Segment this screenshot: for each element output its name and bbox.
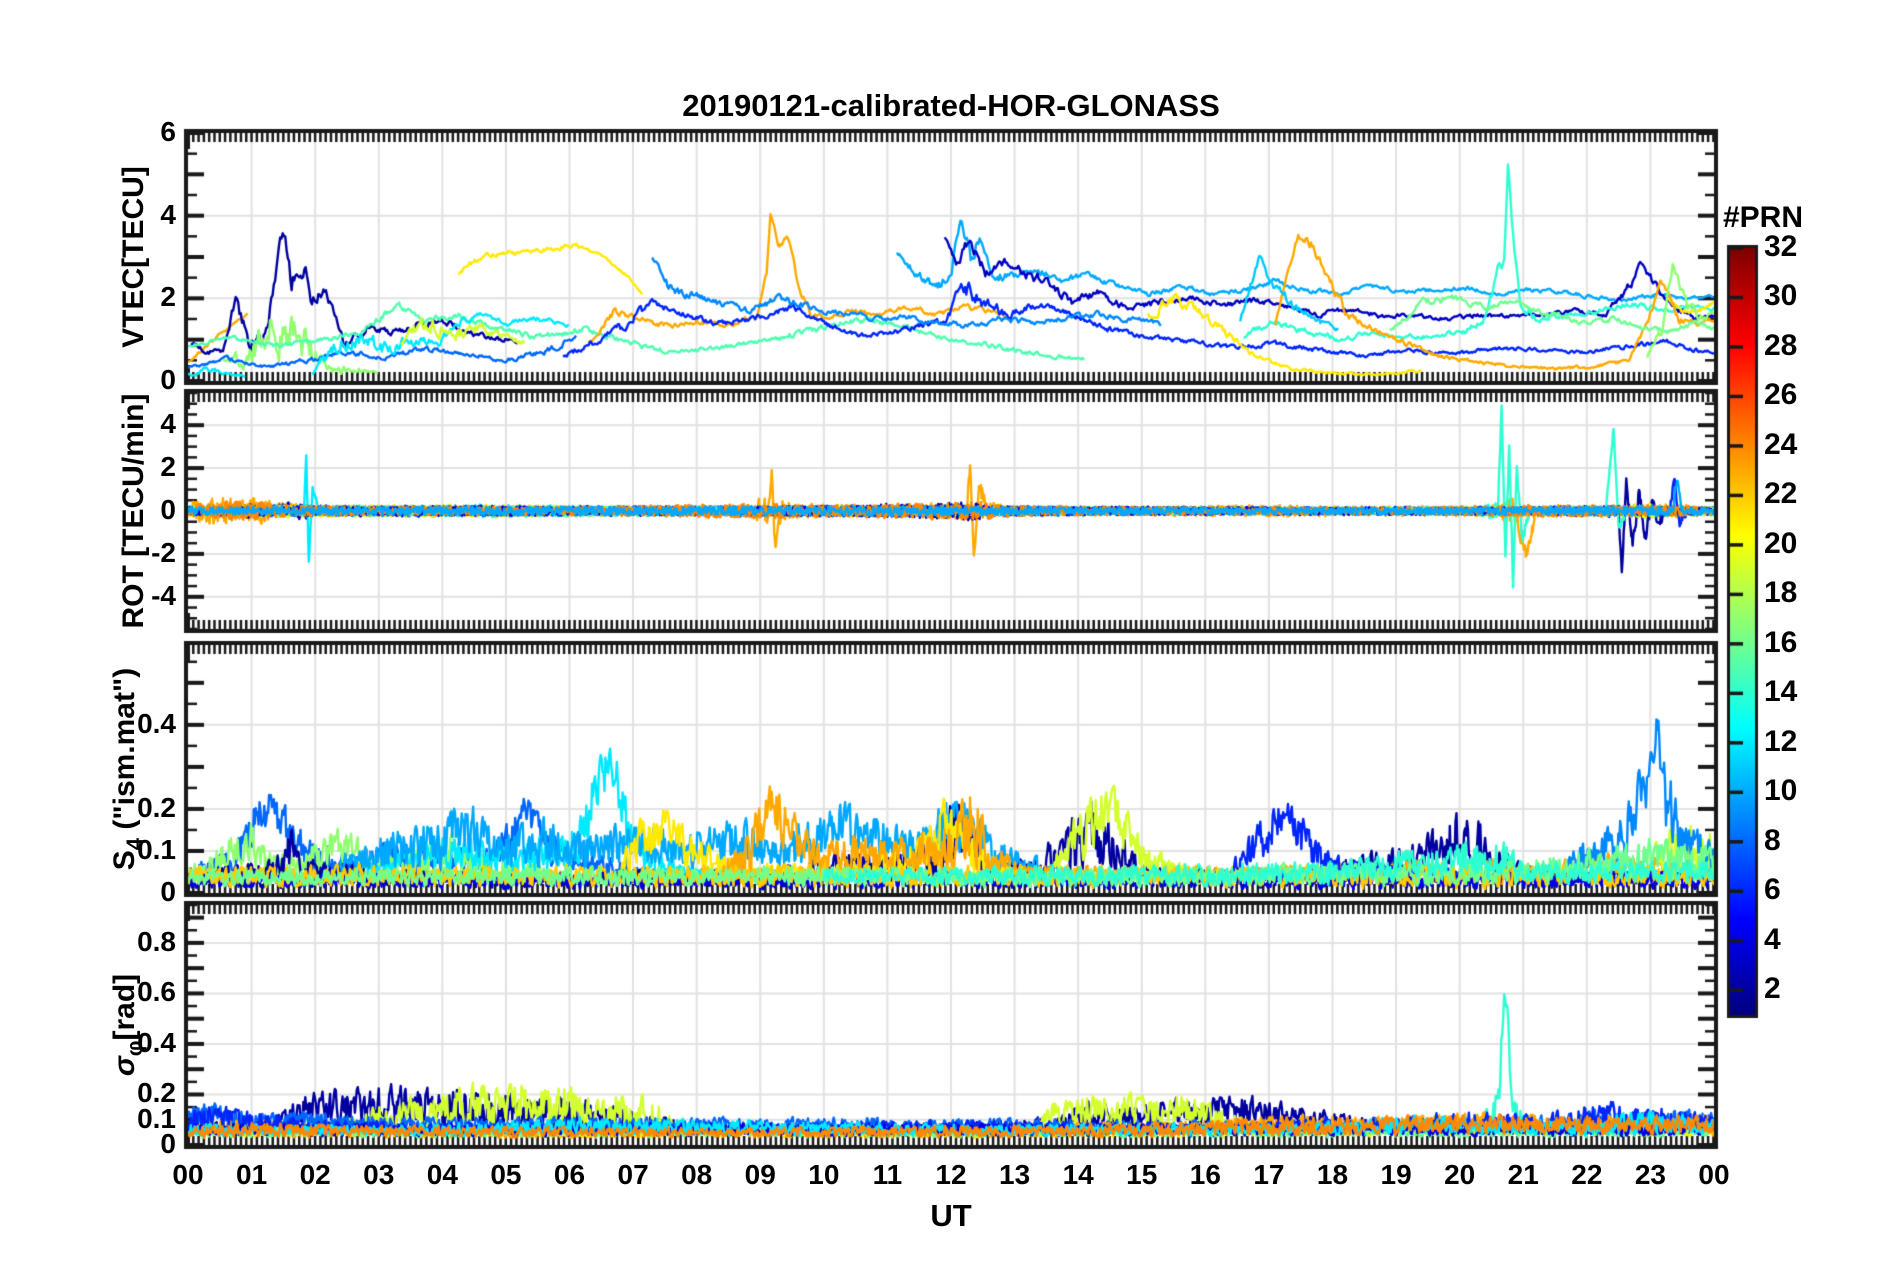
colorbar-tick-label: 18: [1764, 576, 1798, 610]
y-tick-label: 0.4: [137, 707, 176, 739]
y-tick-label: 6: [160, 116, 176, 147]
colorbar-tick-label: 2: [1764, 972, 1781, 1006]
x-tick-label: 17: [1253, 1159, 1285, 1190]
x-tick-label: 21: [1507, 1159, 1539, 1190]
y-tick-label: 0.2: [137, 1077, 176, 1109]
x-tick-label: 10: [808, 1159, 840, 1190]
figure-title: 20190121-calibrated-HOR-GLONASS: [682, 88, 1220, 123]
x-tick-label: 23: [1634, 1159, 1666, 1190]
x-tick-label: 00: [172, 1159, 204, 1190]
x-tick-label: 22: [1571, 1159, 1603, 1190]
x-tick-label: 03: [363, 1159, 395, 1190]
colorbar-title: #PRN: [1722, 201, 1804, 234]
colorbar-tick-label: 16: [1764, 625, 1798, 659]
x-tick-label: 14: [1062, 1159, 1094, 1190]
y-tick-label: 0.2: [137, 791, 176, 823]
colorbar-tick-label: 24: [1764, 427, 1798, 461]
x-tick-label: 01: [236, 1159, 268, 1190]
colorbar-tick-label: 22: [1764, 477, 1798, 511]
y-tick-label: 4: [160, 198, 176, 230]
x-tick-label: 18: [1316, 1159, 1349, 1190]
x-tick-label: 19: [1380, 1159, 1412, 1190]
colorbar-tick-label: 32: [1764, 230, 1798, 263]
colorbar-tick-label: 30: [1764, 279, 1798, 313]
x-tick-label: 08: [681, 1159, 713, 1190]
x-tick-label: 12: [935, 1159, 967, 1190]
colorbar-tick-label: 20: [1764, 526, 1798, 560]
y-tick-label: -4: [151, 579, 176, 611]
y-tick-label: 0: [160, 876, 176, 907]
y-tick-label: 0.1: [137, 833, 176, 865]
colorbar-tick-label: 26: [1764, 378, 1798, 412]
y-tick-label: 0: [160, 1128, 176, 1159]
x-tick-label: 00: [1698, 1159, 1730, 1190]
x-tick-label: 20: [1444, 1159, 1476, 1190]
x-tick-label: 07: [617, 1159, 649, 1190]
colorbar-tick-label: 4: [1764, 922, 1781, 956]
x-tick-label: 11: [872, 1159, 903, 1190]
x-tick-label: 05: [490, 1159, 522, 1190]
y-tick-label: 0.6: [137, 976, 176, 1008]
x-tick-label: 16: [1189, 1159, 1221, 1190]
colorbar-tick-label: 6: [1764, 873, 1781, 907]
y-axis-label-part: VTEC[TECU]: [117, 166, 150, 348]
glonass-scintillation-figure: 20190121-calibrated-HOR-GLONASS VTEC[TEC…: [0, 0, 1902, 1272]
y-tick-label: 2: [160, 281, 176, 313]
x-tick-label: 13: [999, 1159, 1031, 1190]
y-axis-label-vtec: VTEC[TECU]: [117, 166, 150, 348]
y-axis-label-part: σ: [108, 1056, 141, 1077]
y-tick-label: 2: [160, 451, 176, 483]
x-tick-label: 15: [1126, 1159, 1158, 1190]
y-tick-label: -2: [151, 536, 176, 568]
colorbar-tick-label: 14: [1764, 675, 1798, 709]
colorbar-tick-label: 12: [1764, 724, 1798, 758]
y-tick-label: 0.4: [137, 1026, 176, 1058]
colorbar-tick-label: 8: [1764, 823, 1781, 857]
y-tick-label: 0.8: [137, 925, 176, 957]
colorbar-tick-label: 10: [1764, 774, 1798, 808]
y-tick-label: 0: [160, 494, 176, 525]
x-tick-label: 06: [553, 1159, 586, 1190]
x-tick-label: 09: [744, 1159, 776, 1190]
x-axis-label: UT: [930, 1198, 972, 1233]
chart-canvas: [0, 0, 1902, 1272]
y-tick-label: 0.1: [137, 1102, 176, 1134]
colorbar-tick-label: 28: [1764, 328, 1798, 362]
y-tick-label: 4: [160, 408, 176, 440]
y-tick-label: 0: [160, 364, 176, 395]
x-tick-label: 02: [299, 1159, 331, 1190]
x-tick-label: 04: [426, 1159, 458, 1190]
